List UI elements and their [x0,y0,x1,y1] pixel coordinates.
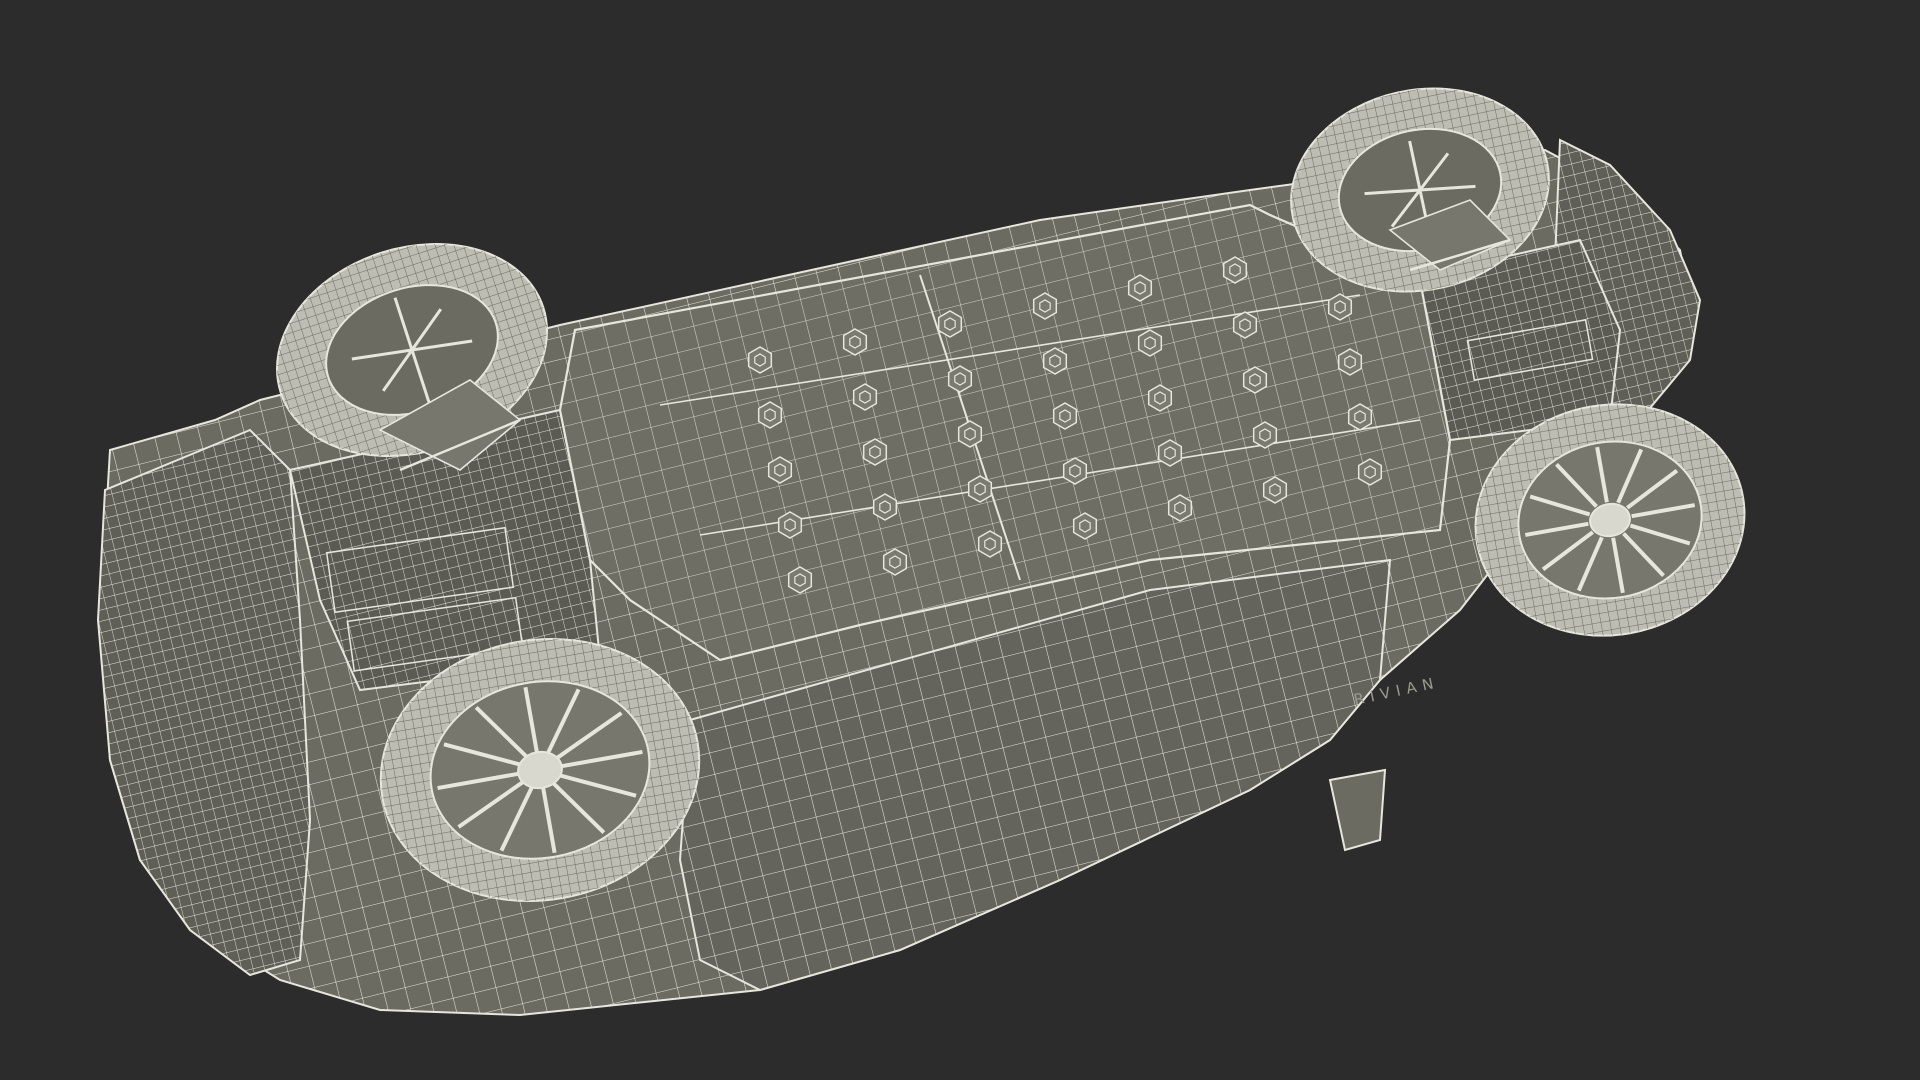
hexagon-bolt-icon [1147,384,1173,412]
hexagon-bolt-icon [957,420,983,448]
hexagon-bolt-icon [862,438,888,466]
hexagon-bolt-icon [1347,403,1373,431]
hexagon-bolt-icon [1062,457,1088,485]
vehicle-render: RIVIAN [96,87,1746,1017]
hexagon-bolt-icon [937,310,963,338]
hexagon-bolt-icon [882,548,908,576]
hexagon-bolt-icon [1327,293,1353,321]
hexagon-bolt-icon [1252,421,1278,449]
hexagon-bolt-icon [947,365,973,393]
hexagon-bolt-icon [1042,347,1068,375]
hexagon-bolt-icon [842,328,868,356]
hexagon-bolt-icon [1032,292,1058,320]
tow-hook [1328,768,1387,852]
hexagon-bolt-icon [787,566,813,594]
hexagon-bolt-icon [1232,311,1258,339]
hexagon-bolt-icon [852,383,878,411]
hexagon-bolt-icon [1242,366,1268,394]
hexagon-bolt-icon [1127,274,1153,302]
hexagon-bolt-icon [1157,439,1183,467]
hexagon-bolt-icon [872,493,898,521]
front-bumper [96,428,312,977]
hexagon-bolt-icon [1222,256,1248,284]
hexagon-bolt-icon [777,511,803,539]
hexagon-bolt-icon [1167,494,1193,522]
hexagon-bolt-icon [1137,329,1163,357]
hexagon-bolt-icon [967,475,993,503]
render-viewport: RIVIAN [0,0,1920,1080]
hexagon-bolt-icon [1337,348,1363,376]
hexagon-bolt-icon [747,346,773,374]
hexagon-bolt-icon [1052,402,1078,430]
hexagon-bolt-icon [1072,512,1098,540]
hexagon-bolt-icon [767,456,793,484]
hexagon-bolt-icon [1357,458,1383,486]
hexagon-bolt-icon [1262,476,1288,504]
hexagon-bolt-icon [757,401,783,429]
hexagon-bolt-icon [977,530,1003,558]
